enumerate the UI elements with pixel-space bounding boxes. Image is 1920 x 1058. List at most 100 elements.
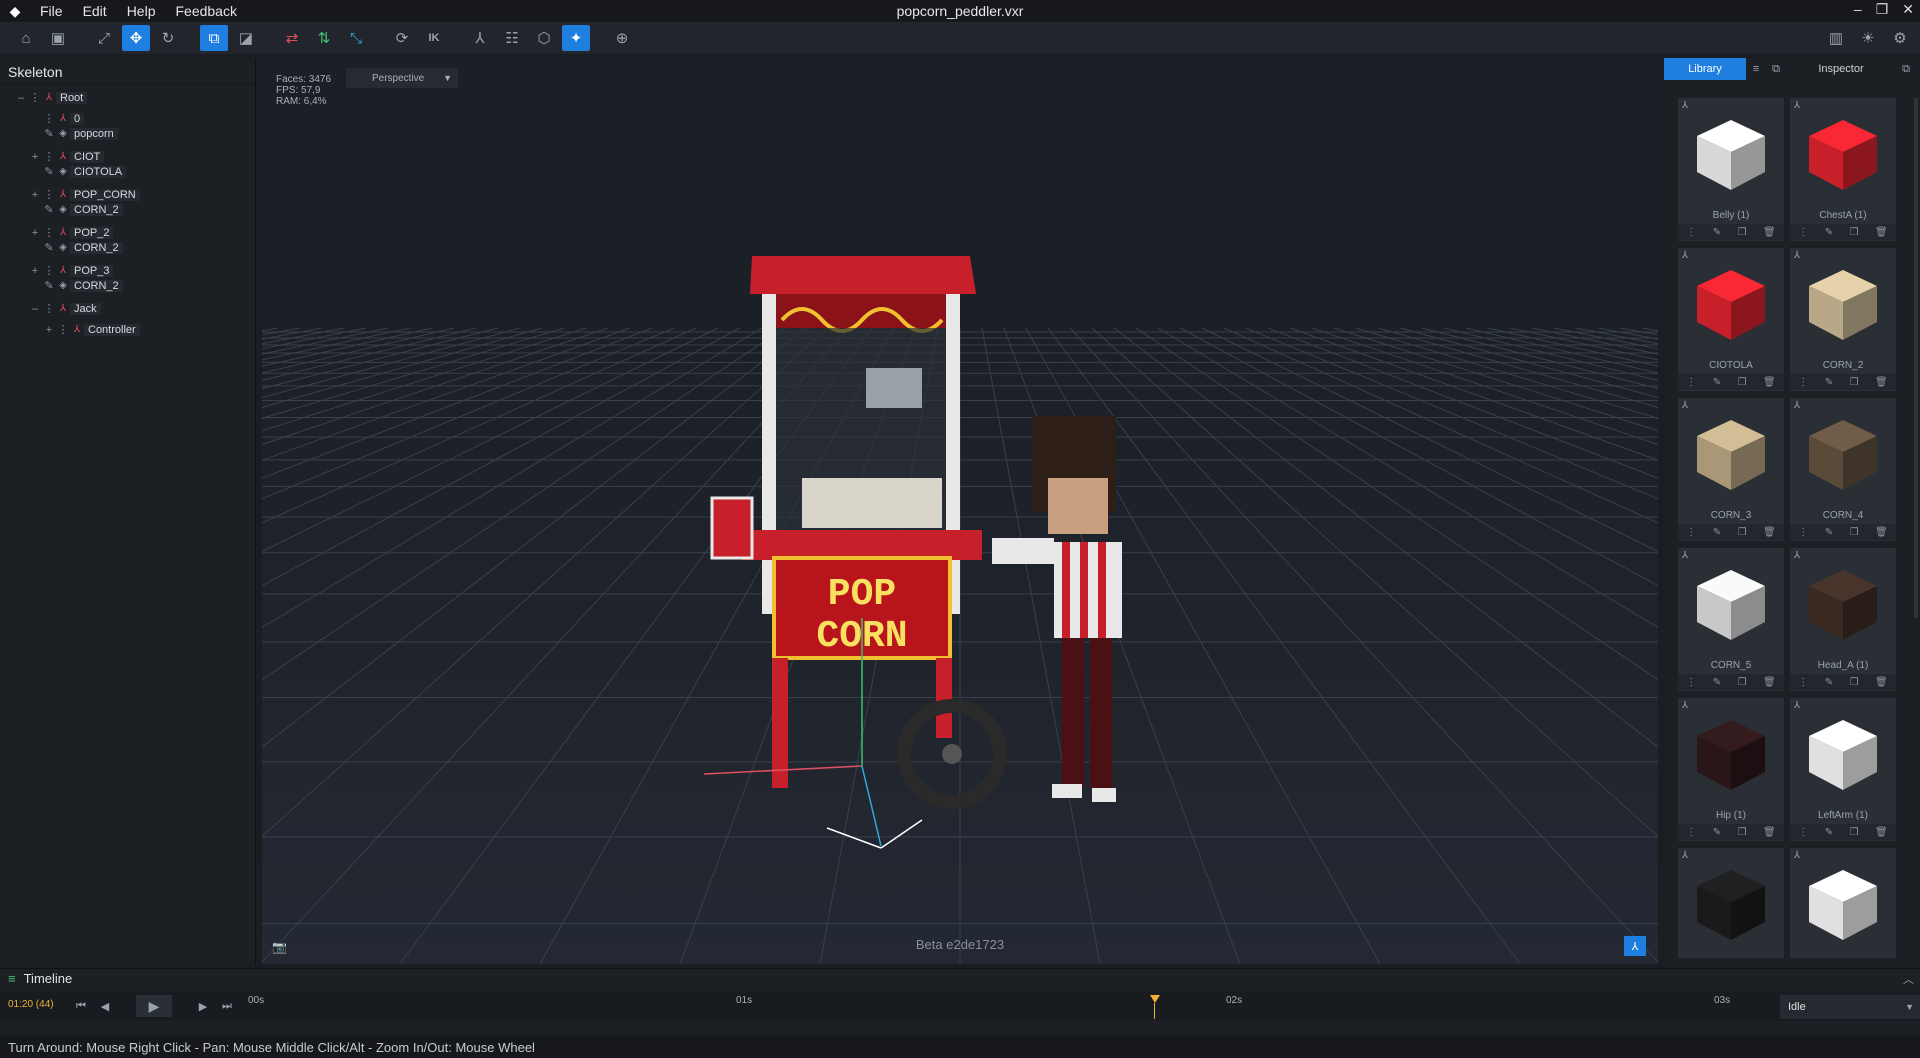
more-icon[interactable]: ⋮ xyxy=(1798,827,1808,838)
library-item[interactable]: ⅄ Head_A (1) ⋮ ✎ ❐ 🗑 xyxy=(1790,548,1896,691)
trash-icon[interactable]: 🗑 xyxy=(1875,377,1888,388)
undock-icon[interactable]: ⧉ xyxy=(1766,63,1786,76)
drag-handle-icon[interactable]: ⋮ xyxy=(42,188,56,201)
world-space-icon[interactable]: ◪ xyxy=(232,25,260,51)
library-item[interactable]: ⅄LeftForeArm (1)⋮✎❐🗑 xyxy=(1790,848,1896,958)
duplicate-icon[interactable]: ❐ xyxy=(1850,827,1859,838)
edit-pencil-icon[interactable]: ✎ xyxy=(42,203,56,216)
edit-pencil-icon[interactable]: ✎ xyxy=(1825,677,1833,688)
trash-icon[interactable]: 🗑 xyxy=(1875,827,1888,838)
duplicate-icon[interactable]: ❐ xyxy=(1738,377,1747,388)
more-icon[interactable]: ⋮ xyxy=(1686,377,1696,388)
tree-node-jack[interactable]: – ⋮ ⅄ Jack xyxy=(0,301,255,316)
trash-icon[interactable]: 🗑 xyxy=(1875,677,1888,688)
playhead-marker[interactable] xyxy=(1150,995,1160,1003)
expand-icon[interactable]: + xyxy=(28,189,42,201)
duplicate-icon[interactable]: ❐ xyxy=(1850,377,1859,388)
edit-pencil-icon[interactable]: ✎ xyxy=(1825,227,1833,238)
tree-node-corn-2[interactable]: ✎ ◈ CORN_2 xyxy=(0,240,255,255)
local-space-icon[interactable]: ⧉ xyxy=(200,25,228,51)
axes-view-icon[interactable]: ⅄ xyxy=(1624,936,1646,956)
tree-node-pop-2[interactable]: + ⋮ ⅄ POP_2 xyxy=(0,225,255,240)
tree-node-popcorn[interactable]: ✎ ◈ popcorn xyxy=(0,126,255,141)
trash-icon[interactable]: 🗑 xyxy=(1763,227,1776,238)
drag-handle-icon[interactable]: ⋮ xyxy=(28,91,42,104)
duplicate-icon[interactable]: ❐ xyxy=(1850,677,1859,688)
3d-viewport[interactable]: POP CORN Faces: 3476 FPS: 57,9 RAM: 6,4%… xyxy=(262,58,1658,964)
step-forward-icon[interactable]: ▶ xyxy=(192,995,214,1017)
rotate-icon[interactable]: ↻ xyxy=(154,25,182,51)
mirror-z-icon[interactable]: ⤡ xyxy=(342,25,370,51)
tree-node-ciot[interactable]: + ⋮ ⅄ CIOT xyxy=(0,149,255,164)
edit-pencil-icon[interactable]: ✎ xyxy=(42,241,56,254)
mirror-x-icon[interactable]: ⇄ xyxy=(278,25,306,51)
library-item[interactable]: ⅄ CORN_3 ⋮ ✎ ❐ 🗑 xyxy=(1678,398,1784,541)
tree-node-corn-2[interactable]: ✎ ◈ CORN_2 xyxy=(0,278,255,293)
mirror-y-icon[interactable]: ⇅ xyxy=(310,25,338,51)
move-icon[interactable]: ✥ xyxy=(122,25,150,51)
animation-select[interactable]: Idle ▼ xyxy=(1780,995,1920,1019)
trash-icon[interactable]: 🗑 xyxy=(1763,677,1776,688)
tree-node-0[interactable]: ⋮ ⅄ 0 xyxy=(0,111,255,126)
edit-pencil-icon[interactable]: ✎ xyxy=(1713,227,1721,238)
duplicate-icon[interactable]: ❐ xyxy=(1738,527,1747,538)
timeline-ruler[interactable]: 00s 01s 02s 03s xyxy=(244,991,1760,1021)
scale-icon[interactable]: ⤢ xyxy=(90,25,118,51)
tree-node-root[interactable]: – ⋮ ⅄ Root xyxy=(0,90,255,105)
skip-end-icon[interactable]: ⏭ xyxy=(216,995,238,1017)
expand-icon[interactable]: + xyxy=(42,324,56,336)
library-item[interactable]: ⅄ CIOTOLA ⋮ ✎ ❐ 🗑 xyxy=(1678,248,1784,391)
edit-pencil-icon[interactable]: ✎ xyxy=(42,165,56,178)
menu-edit[interactable]: Edit xyxy=(83,3,107,19)
hierarchy-icon[interactable]: ☷ xyxy=(498,25,526,51)
expand-icon[interactable]: + xyxy=(28,151,42,163)
library-item[interactable]: ⅄ ChestA (1) ⋮ ✎ ❐ 🗑 xyxy=(1790,98,1896,241)
drag-handle-icon[interactable]: ⋮ xyxy=(42,112,56,125)
chart-icon[interactable]: ▥ xyxy=(1822,25,1850,51)
ik-button[interactable]: IK xyxy=(420,25,448,51)
library-item[interactable]: ⅄ Hip (1) ⋮ ✎ ❐ 🗑 xyxy=(1678,698,1784,841)
edit-pencil-icon[interactable]: ✎ xyxy=(42,127,56,140)
settings-gear-icon[interactable]: ⚙ xyxy=(1886,25,1914,51)
tree-node-pop-3[interactable]: + ⋮ ⅄ POP_3 xyxy=(0,263,255,278)
close-icon[interactable]: ✕ xyxy=(1902,1,1914,18)
duplicate-icon[interactable]: ❐ xyxy=(1738,827,1747,838)
list-view-icon[interactable]: ≡ xyxy=(1746,63,1766,75)
refresh-icon[interactable]: ⟳ xyxy=(388,25,416,51)
play-button[interactable]: ▶ xyxy=(136,995,172,1017)
library-item[interactable]: ⅄ CORN_4 ⋮ ✎ ❐ 🗑 xyxy=(1790,398,1896,541)
drag-handle-icon[interactable]: ⋮ xyxy=(42,150,56,163)
menu-feedback[interactable]: Feedback xyxy=(175,3,236,19)
edit-pencil-icon[interactable]: ✎ xyxy=(1713,827,1721,838)
library-item[interactable]: ⅄LeftFoot (1)⋮✎❐🗑 xyxy=(1678,848,1784,958)
more-icon[interactable]: ⋮ xyxy=(1798,227,1808,238)
maximize-icon[interactable]: ❐ xyxy=(1876,1,1889,18)
library-item[interactable]: ⅄ LeftArm (1) ⋮ ✎ ❐ 🗑 xyxy=(1790,698,1896,841)
timeline-menu-icon[interactable]: ≡ xyxy=(8,971,16,986)
undock-icon[interactable]: ⧉ xyxy=(1896,63,1916,76)
trash-icon[interactable]: 🗑 xyxy=(1875,527,1888,538)
menu-file[interactable]: File xyxy=(40,3,63,19)
collapse-timeline-icon[interactable]: ︿ xyxy=(1903,971,1914,987)
library-item[interactable]: ⅄ Belly (1) ⋮ ✎ ❐ 🗑 xyxy=(1678,98,1784,241)
expand-icon[interactable]: + xyxy=(28,227,42,239)
trash-icon[interactable]: 🗑 xyxy=(1763,377,1776,388)
tab-library[interactable]: Library xyxy=(1664,58,1746,80)
library-item[interactable]: ⅄ CORN_5 ⋮ ✎ ❐ 🗑 xyxy=(1678,548,1784,691)
light-icon[interactable]: ☀ xyxy=(1854,25,1882,51)
save-icon[interactable]: ▣ xyxy=(44,25,72,51)
trash-icon[interactable]: 🗑 xyxy=(1763,827,1776,838)
drag-handle-icon[interactable]: ⋮ xyxy=(42,226,56,239)
edit-pencil-icon[interactable]: ✎ xyxy=(42,279,56,292)
more-icon[interactable]: ⋮ xyxy=(1798,677,1808,688)
duplicate-icon[interactable]: ❐ xyxy=(1850,527,1859,538)
drag-handle-icon[interactable]: ⋮ xyxy=(42,264,56,277)
more-icon[interactable]: ⋮ xyxy=(1798,377,1808,388)
edit-pencil-icon[interactable]: ✎ xyxy=(1713,377,1721,388)
edit-pencil-icon[interactable]: ✎ xyxy=(1825,527,1833,538)
collapse-icon[interactable]: – xyxy=(28,303,42,315)
more-icon[interactable]: ⋮ xyxy=(1686,677,1696,688)
trash-icon[interactable]: 🗑 xyxy=(1875,227,1888,238)
expand-icon[interactable]: + xyxy=(28,265,42,277)
drag-handle-icon[interactable]: ⋮ xyxy=(56,323,70,336)
